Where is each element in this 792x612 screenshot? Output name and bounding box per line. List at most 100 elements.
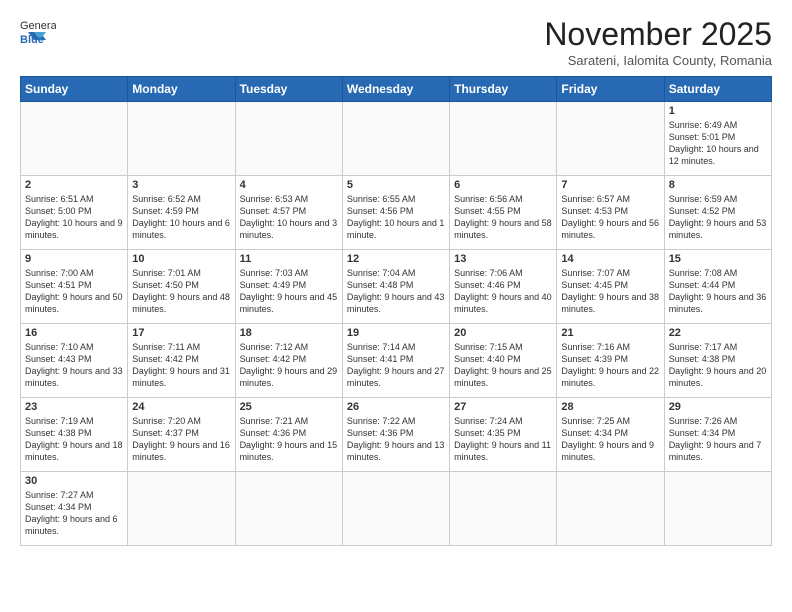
day-number: 20 bbox=[454, 327, 552, 339]
week-row-5: 23 Sunrise: 7:19 AM Sunset: 4:38 PM Dayli… bbox=[21, 398, 772, 472]
day-cell bbox=[128, 472, 235, 546]
day-cell bbox=[342, 102, 449, 176]
day-number: 18 bbox=[240, 327, 338, 339]
day-cell: 4Sunrise: 6:53 AM Sunset: 4:57 PM Daylig… bbox=[235, 176, 342, 250]
day-cell: 26 Sunrise: 7:22 AM Sunset: 4:36 PM Dayli… bbox=[342, 398, 449, 472]
day-cell bbox=[235, 472, 342, 546]
day-info: Sunrise: 7:04 AM Sunset: 4:48 PM Dayligh… bbox=[347, 267, 445, 316]
day-info: Sunrise: 6:57 AM Sunset: 4:53 PM Dayligh… bbox=[561, 193, 659, 242]
page: General Blue November 2025 Sarateni, Ial… bbox=[0, 0, 792, 612]
day-cell: 12 Sunrise: 7:04 AM Sunset: 4:48 PM Dayli… bbox=[342, 250, 449, 324]
subtitle: Sarateni, Ialomita County, Romania bbox=[544, 53, 772, 68]
day-number: 24 bbox=[132, 401, 230, 413]
day-number: 27 bbox=[454, 401, 552, 413]
day-cell: 18Sunrise: 7:12 AM Sunset: 4:42 PM Dayli… bbox=[235, 324, 342, 398]
day-cell: 21Sunrise: 7:16 AM Sunset: 4:39 PM Dayli… bbox=[557, 324, 664, 398]
day-number: 8 bbox=[669, 179, 767, 191]
day-info: Sunrise: 7:10 AM Sunset: 4:43 PM Dayligh… bbox=[25, 341, 123, 390]
day-info: Sunrise: 7:00 AM Sunset: 4:51 PM Dayligh… bbox=[25, 267, 123, 316]
day-info: Sunrise: 7:07 AM Sunset: 4:45 PM Dayligh… bbox=[561, 267, 659, 316]
day-cell: 30 Sunrise: 7:27 AM Sunset: 4:34 PM Dayli… bbox=[21, 472, 128, 546]
svg-text:General: General bbox=[20, 20, 56, 32]
day-header-tuesday: Tuesday bbox=[235, 77, 342, 102]
svg-text:Blue: Blue bbox=[20, 34, 44, 44]
day-info: Sunrise: 7:16 AM Sunset: 4:39 PM Dayligh… bbox=[561, 341, 659, 390]
day-info: Sunrise: 6:53 AM Sunset: 4:57 PM Dayligh… bbox=[240, 193, 338, 242]
day-header-wednesday: Wednesday bbox=[342, 77, 449, 102]
day-info: Sunrise: 7:20 AM Sunset: 4:37 PM Dayligh… bbox=[132, 415, 230, 464]
day-number: 30 bbox=[25, 475, 123, 487]
day-cell bbox=[21, 102, 128, 176]
day-number: 26 bbox=[347, 401, 445, 413]
day-number: 19 bbox=[347, 327, 445, 339]
day-cell: 19 Sunrise: 7:14 AM Sunset: 4:41 PM Dayli… bbox=[342, 324, 449, 398]
day-cell: 24 Sunrise: 7:20 AM Sunset: 4:37 PM Dayli… bbox=[128, 398, 235, 472]
day-cell bbox=[128, 102, 235, 176]
day-info: Sunrise: 6:59 AM Sunset: 4:52 PM Dayligh… bbox=[669, 193, 767, 242]
day-cell: 11Sunrise: 7:03 AM Sunset: 4:49 PM Dayli… bbox=[235, 250, 342, 324]
day-info: Sunrise: 7:08 AM Sunset: 4:44 PM Dayligh… bbox=[669, 267, 767, 316]
day-cell: 13Sunrise: 7:06 AM Sunset: 4:46 PM Dayli… bbox=[450, 250, 557, 324]
day-header-thursday: Thursday bbox=[450, 77, 557, 102]
day-header-sunday: Sunday bbox=[21, 77, 128, 102]
logo: General Blue bbox=[20, 16, 56, 44]
day-info: Sunrise: 7:25 AM Sunset: 4:34 PM Dayligh… bbox=[561, 415, 659, 464]
week-row-4: 16 Sunrise: 7:10 AM Sunset: 4:43 PM Dayli… bbox=[21, 324, 772, 398]
day-number: 11 bbox=[240, 253, 338, 265]
day-info: Sunrise: 7:15 AM Sunset: 4:40 PM Dayligh… bbox=[454, 341, 552, 390]
day-header-friday: Friday bbox=[557, 77, 664, 102]
day-cell: 3 Sunrise: 6:52 AM Sunset: 4:59 PM Daylig… bbox=[128, 176, 235, 250]
day-cell: 27Sunrise: 7:24 AM Sunset: 4:35 PM Dayli… bbox=[450, 398, 557, 472]
week-row-1: 1Sunrise: 6:49 AM Sunset: 5:01 PM Daylig… bbox=[21, 102, 772, 176]
day-number: 10 bbox=[132, 253, 230, 265]
day-number: 15 bbox=[669, 253, 767, 265]
day-number: 28 bbox=[561, 401, 659, 413]
day-info: Sunrise: 7:27 AM Sunset: 4:34 PM Dayligh… bbox=[25, 489, 123, 538]
day-cell: 1Sunrise: 6:49 AM Sunset: 5:01 PM Daylig… bbox=[664, 102, 771, 176]
day-cell: 16 Sunrise: 7:10 AM Sunset: 4:43 PM Dayli… bbox=[21, 324, 128, 398]
day-number: 16 bbox=[25, 327, 123, 339]
day-cell bbox=[450, 472, 557, 546]
day-cell bbox=[664, 472, 771, 546]
day-info: Sunrise: 6:56 AM Sunset: 4:55 PM Dayligh… bbox=[454, 193, 552, 242]
day-info: Sunrise: 7:14 AM Sunset: 4:41 PM Dayligh… bbox=[347, 341, 445, 390]
generalblue-logo-icon: General Blue bbox=[20, 16, 56, 44]
day-cell: 2 Sunrise: 6:51 AM Sunset: 5:00 PM Daylig… bbox=[21, 176, 128, 250]
day-info: Sunrise: 7:26 AM Sunset: 4:34 PM Dayligh… bbox=[669, 415, 767, 464]
title-block: November 2025 Sarateni, Ialomita County,… bbox=[544, 16, 772, 68]
week-row-2: 2 Sunrise: 6:51 AM Sunset: 5:00 PM Daylig… bbox=[21, 176, 772, 250]
day-cell: 29 Sunrise: 7:26 AM Sunset: 4:34 PM Dayli… bbox=[664, 398, 771, 472]
day-cell: 14Sunrise: 7:07 AM Sunset: 4:45 PM Dayli… bbox=[557, 250, 664, 324]
day-info: Sunrise: 7:21 AM Sunset: 4:36 PM Dayligh… bbox=[240, 415, 338, 464]
day-number: 23 bbox=[25, 401, 123, 413]
week-row-6: 30 Sunrise: 7:27 AM Sunset: 4:34 PM Dayli… bbox=[21, 472, 772, 546]
day-cell: 15 Sunrise: 7:08 AM Sunset: 4:44 PM Dayli… bbox=[664, 250, 771, 324]
day-header-monday: Monday bbox=[128, 77, 235, 102]
day-cell bbox=[557, 102, 664, 176]
day-info: Sunrise: 6:49 AM Sunset: 5:01 PM Dayligh… bbox=[669, 119, 767, 168]
month-title: November 2025 bbox=[544, 16, 772, 53]
day-header-saturday: Saturday bbox=[664, 77, 771, 102]
day-info: Sunrise: 7:01 AM Sunset: 4:50 PM Dayligh… bbox=[132, 267, 230, 316]
day-info: Sunrise: 7:19 AM Sunset: 4:38 PM Dayligh… bbox=[25, 415, 123, 464]
day-cell: 25Sunrise: 7:21 AM Sunset: 4:36 PM Dayli… bbox=[235, 398, 342, 472]
day-info: Sunrise: 6:52 AM Sunset: 4:59 PM Dayligh… bbox=[132, 193, 230, 242]
day-cell bbox=[235, 102, 342, 176]
day-number: 12 bbox=[347, 253, 445, 265]
day-info: Sunrise: 7:17 AM Sunset: 4:38 PM Dayligh… bbox=[669, 341, 767, 390]
day-number: 6 bbox=[454, 179, 552, 191]
day-number: 2 bbox=[25, 179, 123, 191]
calendar: SundayMondayTuesdayWednesdayThursdayFrid… bbox=[20, 76, 772, 546]
day-info: Sunrise: 6:51 AM Sunset: 5:00 PM Dayligh… bbox=[25, 193, 123, 242]
day-info: Sunrise: 7:06 AM Sunset: 4:46 PM Dayligh… bbox=[454, 267, 552, 316]
day-number: 3 bbox=[132, 179, 230, 191]
day-cell: 5Sunrise: 6:55 AM Sunset: 4:56 PM Daylig… bbox=[342, 176, 449, 250]
day-info: Sunrise: 7:22 AM Sunset: 4:36 PM Dayligh… bbox=[347, 415, 445, 464]
days-header-row: SundayMondayTuesdayWednesdayThursdayFrid… bbox=[21, 77, 772, 102]
day-cell: 7Sunrise: 6:57 AM Sunset: 4:53 PM Daylig… bbox=[557, 176, 664, 250]
day-cell: 9Sunrise: 7:00 AM Sunset: 4:51 PM Daylig… bbox=[21, 250, 128, 324]
day-number: 5 bbox=[347, 179, 445, 191]
day-cell: 23 Sunrise: 7:19 AM Sunset: 4:38 PM Dayli… bbox=[21, 398, 128, 472]
day-cell: 22Sunrise: 7:17 AM Sunset: 4:38 PM Dayli… bbox=[664, 324, 771, 398]
day-number: 29 bbox=[669, 401, 767, 413]
